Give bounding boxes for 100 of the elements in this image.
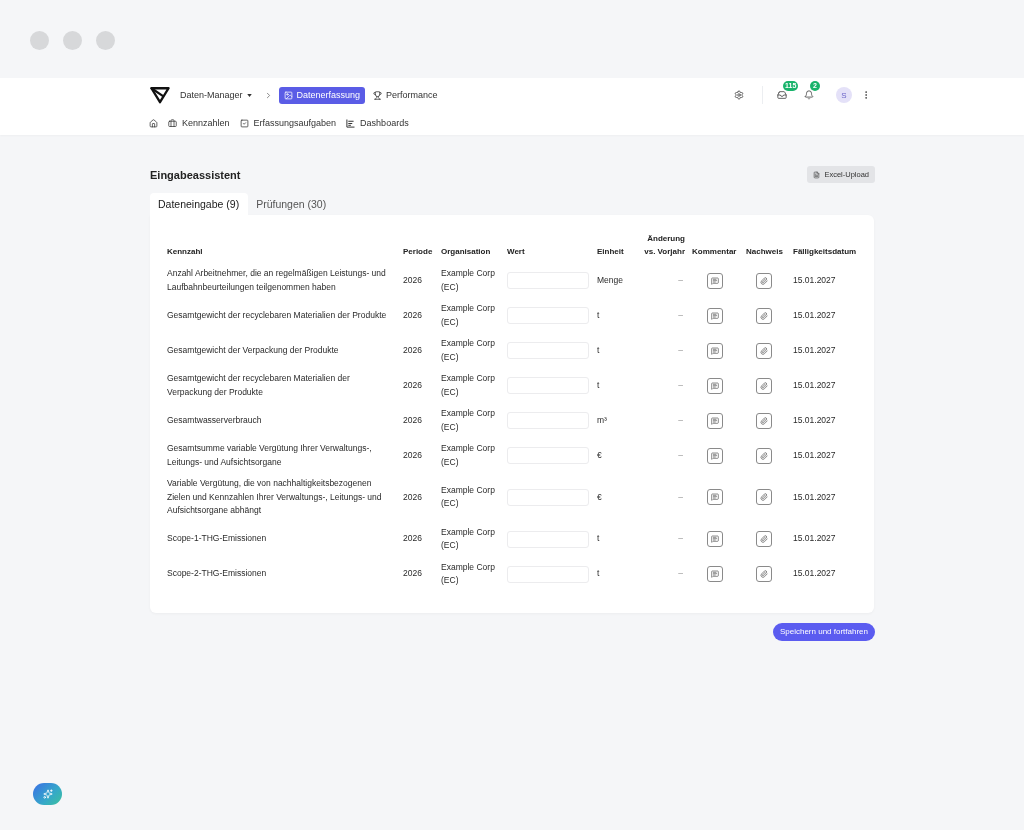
attachment-button[interactable] [756, 412, 772, 429]
indicator-name: Gesamtsumme variable Vergütung Ihrer Verwaltungs-, Leitungs- und Aufsichtsorgane [167, 442, 373, 469]
comment-button[interactable] [707, 412, 723, 429]
table-cell-text: t [597, 343, 600, 357]
table-cell-text: 15.01.2027 [793, 448, 836, 462]
settings-icon [734, 90, 744, 100]
table-cell-text: – [678, 378, 683, 392]
tab[interactable]: Prüfungen (30) [248, 193, 336, 215]
comment-button[interactable] [707, 342, 723, 359]
indicator-name: Scope-2-THG-Emissionen [167, 567, 267, 581]
table-cell-text: Example Corp (EC) [441, 407, 496, 434]
column-header: Kommentar [692, 246, 737, 258]
comment-button[interactable] [707, 489, 723, 506]
table-cell-text: Menge [597, 273, 623, 287]
comment-button[interactable] [707, 377, 723, 394]
table-cell-text: – [678, 343, 683, 357]
table-cell-text: Example Corp (EC) [441, 372, 496, 399]
comment-button[interactable] [707, 566, 723, 582]
tab[interactable]: Dateneingabe (9) [150, 193, 249, 215]
comment-button[interactable] [707, 447, 723, 464]
indicator-name: Gesamtgewicht der Verpackung der Produkte [167, 343, 339, 357]
table-cell: – [678, 532, 683, 546]
paperclip-icon [760, 381, 768, 390]
comment-icon [711, 276, 719, 285]
subnav-link[interactable]: Erfassungsaufgaben [239, 118, 337, 128]
notifications-button[interactable] [804, 90, 814, 100]
attachment-button[interactable] [756, 566, 772, 582]
table-cell-text: 15.01.2027 [793, 413, 836, 427]
table-cell: 15.01.2027 [793, 490, 836, 504]
paperclip-icon [760, 451, 768, 460]
comment-icon [711, 451, 719, 460]
comment-button[interactable] [707, 307, 723, 324]
window-control-icon [96, 31, 115, 50]
indicator-name: Scope-1-THG-Emissionen [167, 532, 267, 546]
inbox-icon [777, 90, 787, 100]
table-cell-text: 2026 [403, 308, 422, 322]
paperclip-icon [760, 311, 768, 320]
column-header: Einheit [597, 246, 624, 258]
home-link[interactable] [149, 118, 158, 128]
table-cell-text: 15.01.2027 [793, 273, 836, 287]
table-cell: 15.01.2027 [793, 567, 836, 581]
comment-button[interactable] [707, 272, 723, 289]
column-header: Kennzahl [167, 246, 203, 258]
table-cell-text: 15.01.2027 [793, 378, 836, 392]
home-icon [149, 118, 158, 128]
checkbox-icon [239, 118, 249, 128]
paperclip-icon [760, 346, 768, 355]
table-cell-text: – [678, 273, 683, 287]
table-cell-text: Example Corp (EC) [441, 560, 496, 587]
indicator-name: Gesamtgewicht der recyclebaren Materialien der Verpackung der Produkte [167, 372, 351, 399]
attachment-button[interactable] [756, 447, 772, 464]
attachment-button[interactable] [756, 531, 772, 547]
table-cell-text: 2026 [403, 273, 422, 287]
table-cell-text: Example Corp (EC) [441, 483, 496, 511]
caret-icon [246, 93, 252, 97]
table-cell-text: t [597, 308, 600, 322]
bell-icon [804, 90, 814, 100]
attachment-button[interactable] [756, 272, 772, 289]
table-cell-text: Example Corp (EC) [441, 302, 496, 329]
indicator-name: Gesamtwasserverbrauch [167, 413, 262, 427]
save-button[interactable]: Speichern und fortfahren [772, 622, 875, 641]
page-title: Eingabeassistent [150, 168, 241, 181]
settings-button[interactable] [734, 90, 744, 100]
comment-button[interactable] [707, 531, 723, 547]
comment-icon [711, 381, 719, 390]
table-cell-text: t [597, 378, 600, 392]
table-cell-text: 2026 [403, 378, 422, 392]
table-cell-text: Example Corp (EC) [441, 525, 496, 552]
subnav-link[interactable]: Kennzahlen [168, 118, 230, 128]
inbox-button[interactable] [777, 90, 787, 100]
table-cell: € [597, 490, 602, 504]
table-cell-text: – [678, 448, 683, 462]
table-cell-text: – [678, 308, 683, 322]
table-cell: 2026 [403, 490, 422, 504]
table-cell-text: m³ [597, 413, 607, 427]
table-cell-text: 2026 [403, 343, 422, 357]
comment-icon [711, 493, 719, 502]
nav-tab[interactable]: Performance [368, 86, 443, 104]
table-cell-text: – [678, 413, 683, 427]
assistant-button[interactable] [33, 783, 62, 805]
paperclip-icon [760, 276, 768, 285]
attachment-button[interactable] [756, 307, 772, 324]
table-cell: 2026 [403, 567, 422, 581]
table-cell-text: 15.01.2027 [793, 308, 836, 322]
attachment-button[interactable] [756, 377, 772, 394]
subnav-link[interactable]: Dashboards [346, 118, 409, 128]
workspace-dropdown[interactable]: Daten-Manager [180, 87, 252, 103]
trophy-icon [373, 90, 383, 100]
avatar[interactable]: S [836, 87, 852, 103]
column-header: Fälligkeitsdatum [793, 246, 857, 258]
indicator-name: Variable Vergütung, die von nachhaltigkeitsbezogenen Zielen und Kennzahlen Ihrer Verwaltungs-, Leitungs- und Aufsichtsorgane abhängt [167, 477, 383, 517]
comment-icon [711, 416, 719, 425]
table-cell: t [597, 567, 600, 581]
comment-icon [711, 311, 719, 320]
image-icon [283, 90, 293, 100]
attachment-button[interactable] [756, 489, 772, 506]
table-cell-text: Example Corp (EC) [441, 267, 496, 294]
nav-tab[interactable]: Datenerfassung [278, 86, 366, 104]
attachment-button[interactable] [756, 342, 772, 359]
table-cell: – [678, 490, 683, 504]
